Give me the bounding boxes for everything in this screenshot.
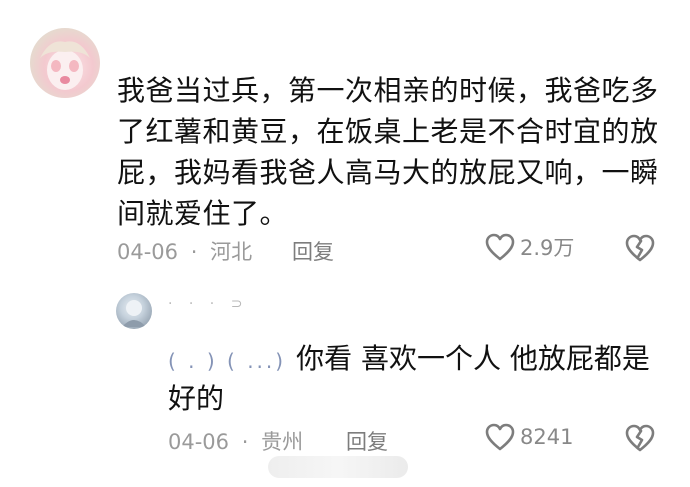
meta-separator: · <box>190 240 198 264</box>
reply-text: ( . ) ( ...) 你看 喜欢一个人 他放屁都是好的 <box>168 340 668 418</box>
reply-like-count: 8241 <box>520 425 574 449</box>
reply-dislike-button[interactable] <box>624 423 656 453</box>
blurred-watermark <box>268 456 408 478</box>
avatar-illustration <box>40 41 90 90</box>
reply-location: 贵州 <box>261 430 304 454</box>
like-button[interactable]: 2.9万 <box>484 232 574 262</box>
avatar-illustration <box>122 300 146 327</box>
commenter-avatar[interactable] <box>30 28 100 98</box>
dislike-button[interactable] <box>624 233 656 263</box>
reply-date: 04-06 <box>168 430 230 454</box>
replier-avatar[interactable] <box>116 293 152 329</box>
meta-separator: · <box>241 430 249 454</box>
quoted-username[interactable]: ( . ) ( ...) <box>168 349 286 373</box>
comment-meta: 04-06 · 河北 <box>117 236 252 266</box>
broken-heart-icon <box>624 233 656 263</box>
broken-heart-icon <box>624 423 656 453</box>
reply-meta: 04-06 · 贵州 <box>168 426 303 456</box>
heart-outline-icon <box>484 232 516 262</box>
comment-date: 04-06 <box>117 240 179 264</box>
reply-like-button[interactable]: 8241 <box>484 422 573 452</box>
heart-outline-icon <box>484 422 516 452</box>
reply-button[interactable]: 回复 <box>292 236 334 266</box>
comment-text: 我爸当过兵，第一次相亲的时候，我爸吃多了红薯和黄豆，在饭桌上老是不合时宜的放屁，… <box>117 74 659 230</box>
comment-location: 河北 <box>210 240 253 264</box>
reply-reply-button[interactable]: 回复 <box>346 426 388 456</box>
reply-username[interactable]: · · · ⊃ <box>168 296 248 312</box>
like-count: 2.9万 <box>520 236 575 260</box>
